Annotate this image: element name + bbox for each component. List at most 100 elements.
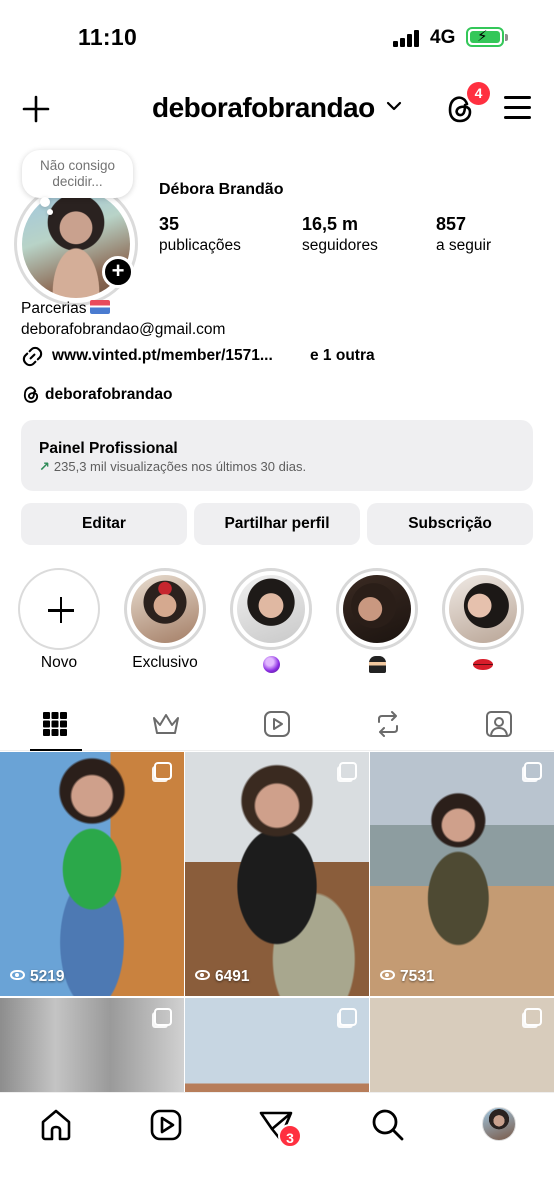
highlight-cover [343, 575, 411, 643]
highlight-cover [131, 575, 199, 643]
stat-following-value: 857 [436, 214, 467, 234]
link-icon [22, 346, 43, 367]
bio-partnerships-text: Parcerias [21, 300, 87, 317]
username-title[interactable]: deborafobrandao [152, 92, 375, 124]
highlight-cover [237, 575, 305, 643]
tagged-person-icon [486, 711, 512, 737]
posts-grid: 5219 6491 7531 [0, 752, 554, 1092]
carousel-icon [524, 1008, 542, 1026]
bio-link-more[interactable]: e 1 outra [310, 347, 375, 365]
dashboard-subtitle-text: 235,3 mil visualizações nos últimos 30 d… [53, 459, 307, 474]
highlight-lips[interactable] [442, 568, 524, 675]
profile-tabs [0, 697, 554, 751]
edit-profile-button[interactable]: Editar [21, 503, 187, 545]
search-icon[interactable] [370, 1107, 406, 1143]
eye-icon [10, 970, 25, 980]
profile-header: deborafobrandao 4 [0, 82, 554, 134]
reels-tab[interactable] [222, 697, 332, 751]
post-views: 7531 [380, 968, 434, 986]
post-thumbnail[interactable] [0, 998, 184, 1092]
stat-posts-value: 35 [159, 214, 180, 234]
trend-up-icon: ↗ [39, 459, 50, 474]
stat-followers-value: 16,5 m [302, 214, 359, 234]
stat-followers[interactable]: 16,5 m seguidores [302, 214, 378, 255]
tagged-tab[interactable] [444, 697, 554, 751]
post-views-count: 7531 [400, 968, 435, 985]
highlight-exclusive[interactable]: Exclusivo [124, 568, 206, 672]
note-bubble[interactable]: Não consigo decidir... [22, 150, 133, 198]
lips-icon [473, 659, 493, 670]
repost-icon [378, 711, 398, 737]
carousel-icon [339, 762, 357, 780]
stat-posts-label: publicações [159, 237, 241, 254]
ninja-icon [368, 656, 386, 673]
bio-link-row[interactable]: www.vinted.pt/member/1571... e 1 outra [21, 344, 541, 370]
chevron-down-icon[interactable] [386, 100, 402, 112]
display-name: Débora Brandão [159, 181, 284, 198]
battery-icon: ⚡ [466, 27, 508, 47]
carousel-icon [154, 1008, 172, 1026]
highlight-ninja[interactable] [336, 568, 418, 678]
reposts-tab[interactable] [333, 697, 443, 751]
note-bubble-tail [40, 197, 50, 207]
dashboard-title: Painel Profissional [39, 440, 178, 457]
threads-notification-badge: 4 [467, 82, 490, 105]
stat-following[interactable]: 857 a seguir [436, 214, 491, 255]
note-bubble-tail-small [47, 209, 53, 215]
reels-icon [264, 711, 290, 737]
post-thumbnail[interactable]: 7531 [370, 752, 554, 996]
activity-badge: 3 [278, 1124, 302, 1148]
post-thumbnail[interactable] [370, 998, 554, 1092]
stat-posts[interactable]: 35 publicações [159, 214, 241, 255]
eye-icon [380, 970, 395, 980]
inbox-tray-icon [90, 300, 111, 314]
status-bar: 11:10 4G ⚡ [0, 0, 554, 76]
signal-icon [393, 29, 421, 47]
professional-dashboard[interactable]: Painel Profissional ↗ 235,3 mil visualiza… [21, 420, 533, 491]
carousel-icon [154, 762, 172, 780]
highlight-crystal-ball[interactable] [230, 568, 312, 678]
note-text: Não consigo decidir... [39, 158, 116, 189]
crystal-ball-icon [262, 656, 280, 673]
carousel-icon [339, 1008, 357, 1026]
active-tab-indicator [30, 749, 82, 751]
stat-followers-label: seguidores [302, 237, 378, 254]
crown-icon [153, 714, 179, 734]
grid-tab[interactable] [0, 697, 110, 751]
post-thumbnail[interactable] [185, 998, 369, 1092]
home-icon[interactable] [38, 1107, 74, 1143]
subscription-button[interactable]: Subscrição [367, 503, 533, 545]
menu-icon[interactable] [504, 96, 531, 120]
plus-icon[interactable] [21, 94, 51, 124]
post-views-count: 6491 [215, 968, 250, 985]
threads-small-icon [23, 386, 39, 403]
add-story-button[interactable]: + [102, 256, 134, 288]
dashboard-subtitle: ↗ 235,3 mil visualizações nos últimos 30 … [39, 459, 306, 475]
highlight-new[interactable]: Novo [18, 568, 100, 672]
grid-icon [43, 712, 67, 736]
highlight-emoji [336, 654, 418, 678]
carousel-icon [524, 762, 542, 780]
post-thumbnail[interactable]: 5219 [0, 752, 184, 996]
bio-link[interactable]: www.vinted.pt/member/1571... [52, 347, 273, 365]
status-time: 11:10 [78, 24, 138, 50]
post-views: 6491 [195, 968, 249, 986]
threads-handle: deborafobrandao [45, 386, 173, 403]
post-views-count: 5219 [30, 968, 65, 985]
crown-tab[interactable] [111, 697, 221, 751]
share-profile-button[interactable]: Partilhar perfil [194, 503, 360, 545]
eye-icon [195, 970, 210, 980]
add-highlight-icon [18, 568, 100, 650]
post-thumbnail[interactable]: 6491 [185, 752, 369, 996]
reels-nav-icon[interactable] [148, 1107, 184, 1143]
highlight-cover [449, 575, 517, 643]
bio-email[interactable]: deborafobrandao@gmail.com [21, 321, 225, 339]
highlight-label: Novo [40, 654, 78, 671]
post-views: 5219 [10, 968, 64, 986]
highlight-emoji [230, 654, 312, 678]
bottom-navigation: 3 [0, 1092, 554, 1200]
highlight-emoji [442, 654, 524, 675]
bio-partnerships: Parcerias [21, 300, 111, 318]
profile-nav-avatar[interactable] [482, 1107, 516, 1141]
highlight-label: Exclusivo [132, 654, 198, 671]
